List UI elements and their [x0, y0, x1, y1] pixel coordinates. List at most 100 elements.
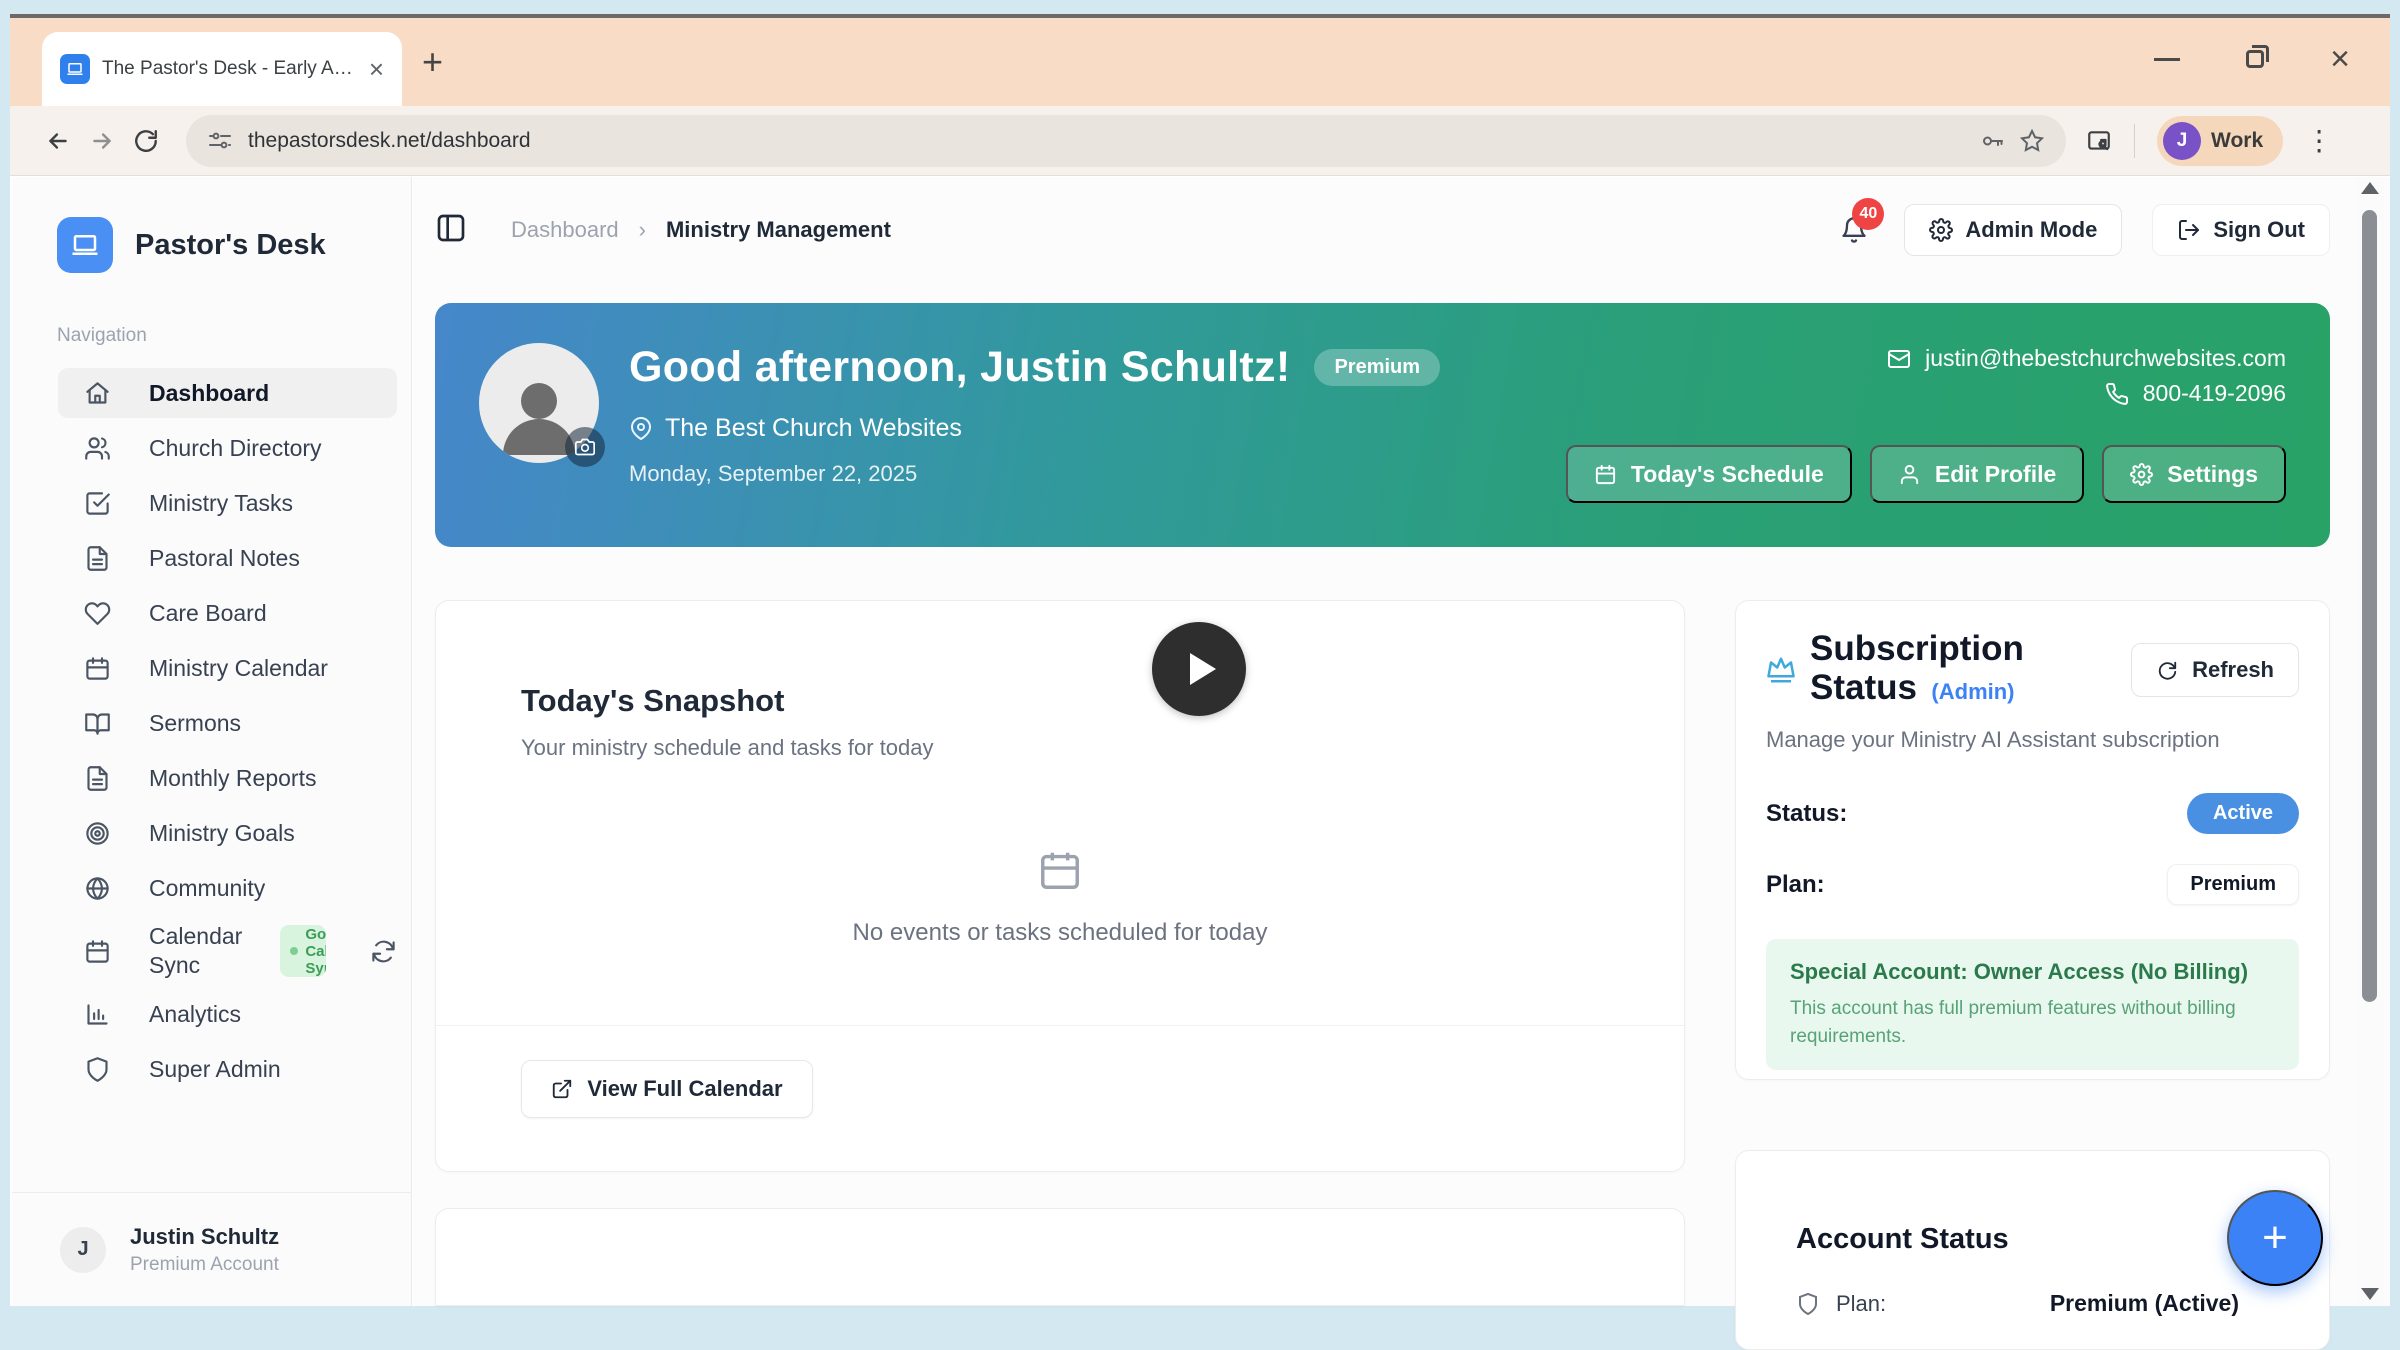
window-minimize-button[interactable]	[2154, 58, 2180, 61]
empty-state-message: No events or tasks scheduled for today	[853, 919, 1268, 947]
toolbar-right-cluster: J Work ⋮	[2086, 116, 2333, 166]
brand-logo-laptop-icon	[57, 217, 113, 273]
globe-icon	[84, 875, 111, 902]
calendar-icon	[1594, 463, 1617, 486]
account-plan-value: Premium (Active)	[2050, 1290, 2239, 1317]
scrollbar-thumb[interactable]	[2362, 210, 2377, 1002]
profile-name: Work	[2211, 129, 2263, 153]
bookmark-star-icon[interactable]	[2020, 129, 2044, 153]
sidebar-item-dashboard[interactable]: Dashboard	[58, 368, 397, 418]
status-label: Status:	[1766, 800, 1847, 828]
tab-title: The Pastor's Desk - Early Acces	[102, 58, 357, 80]
reload-icon[interactable]	[124, 119, 168, 163]
sidebar-item-sermons[interactable]: Sermons	[70, 698, 397, 748]
book-open-icon	[84, 710, 111, 737]
forward-icon[interactable]	[80, 119, 124, 163]
window-restore-button[interactable]	[2246, 50, 2264, 68]
sync-refresh-icon[interactable]	[370, 938, 397, 965]
sidebar: Pastor's Desk Navigation Dashboard Churc…	[12, 177, 412, 1306]
admin-tag: (Admin)	[1931, 679, 2014, 704]
site-favicon-icon	[60, 54, 90, 84]
browser-menu-icon[interactable]: ⋮	[2305, 127, 2333, 155]
todays-snapshot-card: Today's Snapshot Your ministry schedule …	[435, 600, 1685, 1172]
phone-icon	[2105, 382, 2129, 406]
special-account-description: This account has full premium features w…	[1790, 995, 2275, 1050]
profile-photo[interactable]	[479, 343, 599, 463]
sidebar-item-care-board[interactable]: Care Board	[70, 588, 397, 638]
file-text-icon	[84, 765, 111, 792]
account-status-title: Account Status	[1796, 1223, 2299, 1256]
header-actions: 40 Admin Mode Sign Out	[1834, 204, 2330, 256]
status-dot	[290, 947, 298, 955]
gear-icon	[1929, 218, 1953, 242]
google-calendar-synced-badge: Google Calendar Synced	[280, 925, 326, 977]
window-controls: ×	[2154, 42, 2350, 76]
user-icon	[1898, 463, 1921, 486]
greeting-title: Good afternoon, Justin Schultz!	[629, 343, 1290, 392]
admin-mode-button[interactable]: Admin Mode	[1904, 204, 2122, 256]
browser-profile-chip[interactable]: J Work	[2157, 116, 2283, 166]
sidebar-item-pastoral-notes[interactable]: Pastoral Notes	[70, 533, 397, 583]
sidebar-item-ministry-tasks[interactable]: Ministry Tasks	[70, 478, 397, 528]
account-plan-label: Plan:	[1836, 1291, 1886, 1317]
current-date: Monday, September 22, 2025	[629, 461, 1440, 487]
tab-close-icon[interactable]: ×	[369, 56, 384, 82]
breadcrumb-separator: ›	[639, 217, 646, 243]
user-phone: 800-419-2096	[2143, 380, 2286, 407]
sidebar-item-ministry-calendar[interactable]: Ministry Calendar	[70, 643, 397, 693]
sidebar-item-ministry-goals[interactable]: Ministry Goals	[70, 808, 397, 858]
user-name: Justin Schultz	[130, 1224, 279, 1250]
search-tabs-icon[interactable]	[2086, 128, 2112, 154]
breadcrumb: Dashboard › Ministry Management	[511, 217, 891, 243]
scroll-down-arrow-icon[interactable]	[2361, 1288, 2379, 1300]
view-full-calendar-button[interactable]: View Full Calendar	[521, 1060, 813, 1118]
plan-label: Plan:	[1766, 871, 1825, 899]
video-play-button[interactable]	[1152, 622, 1246, 716]
back-icon[interactable]	[36, 119, 80, 163]
sidebar-item-analytics[interactable]: Analytics	[70, 989, 397, 1039]
settings-button[interactable]: Settings	[2102, 445, 2286, 503]
subscription-subtitle: Manage your Ministry AI Assistant subscr…	[1766, 727, 2299, 753]
notifications-button[interactable]: 40	[1834, 210, 1874, 250]
breadcrumb-current-page: Ministry Management	[666, 217, 891, 243]
sidebar-item-church-directory[interactable]: Church Directory	[70, 423, 397, 473]
mail-icon	[1887, 347, 1911, 371]
users-icon	[84, 435, 111, 462]
sidebar-item-calendar-sync[interactable]: Calendar Sync Google Calendar Synced	[70, 918, 397, 984]
nav-section-label: Navigation	[57, 325, 147, 347]
new-tab-button[interactable]: +	[422, 44, 443, 80]
church-name: The Best Church Websites	[665, 414, 962, 443]
sidebar-toggle-icon[interactable]	[435, 212, 467, 249]
account-plan-row: Plan: Premium (Active)	[1796, 1290, 2299, 1317]
edit-profile-button[interactable]: Edit Profile	[1870, 445, 2084, 503]
user-avatar: J	[60, 1227, 106, 1273]
scroll-up-arrow-icon[interactable]	[2361, 182, 2379, 194]
bar-chart-icon	[84, 1001, 111, 1028]
password-key-icon[interactable]	[1980, 129, 2004, 153]
todays-schedule-button[interactable]: Today's Schedule	[1566, 445, 1852, 503]
window-close-button[interactable]: ×	[2330, 42, 2350, 76]
profile-avatar: J	[2163, 122, 2201, 160]
sign-out-button[interactable]: Sign Out	[2152, 204, 2330, 256]
refresh-button[interactable]: Refresh	[2131, 643, 2299, 697]
sidebar-user-card[interactable]: J Justin Schultz Premium Account	[12, 1192, 411, 1306]
divider	[436, 1025, 1684, 1026]
camera-icon[interactable]	[565, 427, 605, 467]
sidebar-item-super-admin[interactable]: Super Admin	[70, 1044, 397, 1094]
add-fab-button[interactable]: +	[2227, 1190, 2323, 1286]
breadcrumb-dashboard[interactable]: Dashboard	[511, 217, 619, 243]
gear-icon	[2130, 463, 2153, 486]
next-section-card	[435, 1208, 1685, 1306]
sidebar-item-monthly-reports[interactable]: Monthly Reports	[70, 753, 397, 803]
site-settings-icon[interactable]	[208, 129, 232, 153]
snapshot-title: Today's Snapshot	[521, 683, 1599, 719]
play-icon	[1190, 653, 1216, 685]
external-link-icon	[551, 1078, 573, 1100]
page-scrollbar[interactable]	[2356, 178, 2384, 1306]
browser-tab[interactable]: The Pastor's Desk - Early Acces ×	[42, 32, 402, 106]
sidebar-item-community[interactable]: Community	[70, 863, 397, 913]
target-icon	[84, 820, 111, 847]
calendar-icon	[84, 655, 111, 682]
home-icon	[84, 380, 111, 407]
url-bar[interactable]: thepastorsdesk.net/dashboard	[186, 115, 2066, 167]
